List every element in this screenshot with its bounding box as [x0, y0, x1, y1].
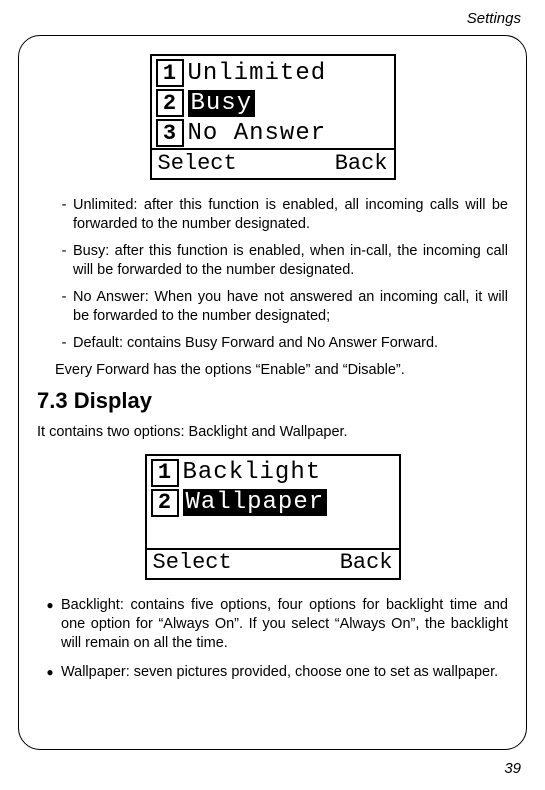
item-text: Backlight: contains five options, four o… [61, 596, 508, 653]
list-item: ● Backlight: contains five options, four… [39, 596, 508, 653]
dash-icon: - [55, 288, 73, 325]
list-item: 1 Backlight [149, 458, 397, 488]
list-item-selected: 2 Wallpaper [149, 488, 397, 518]
forward-descriptions: - Unlimited: after this function is enab… [55, 196, 508, 353]
phone-screen-display: 1 Backlight 2 Wallpaper Select Back [145, 454, 401, 580]
phone-screen-forward: 1 Unlimited 2 Busy 3 No Answer Select Ba… [150, 54, 396, 180]
item-text: No Answer: When you have not answered an… [73, 288, 508, 325]
display-option-list: 1 Backlight 2 Wallpaper [147, 456, 399, 548]
item-text: Unlimited: after this function is enable… [73, 196, 508, 233]
softkey-right: Back [340, 550, 393, 575]
item-number-icon: 1 [156, 59, 184, 87]
list-item: - Default: contains Busy Forward and No … [55, 334, 508, 353]
section-title: Display [74, 388, 152, 413]
item-number-icon: 2 [151, 489, 179, 517]
page-number: 39 [18, 760, 521, 777]
list-item-selected: 2 Busy [154, 88, 392, 118]
list-item: - Unlimited: after this function is enab… [55, 196, 508, 233]
list-item: 3 No Answer [154, 118, 392, 148]
softkey-right: Back [335, 151, 388, 176]
dash-icon: - [55, 242, 73, 279]
dash-icon: - [55, 196, 73, 233]
bullet-icon: ● [39, 663, 61, 682]
list-item: 1 Unlimited [154, 58, 392, 88]
section-heading: 7.3 Display [37, 388, 508, 414]
running-head: Settings [18, 10, 521, 27]
item-number-icon: 1 [151, 459, 179, 487]
forward-option-list: 1 Unlimited 2 Busy 3 No Answer [152, 56, 394, 148]
item-label: Backlight [179, 459, 397, 486]
section-intro: It contains two options: Backlight and W… [37, 424, 508, 440]
item-label: No Answer [184, 120, 392, 147]
item-label: Busy [184, 90, 392, 117]
every-forward-note: Every Forward has the options “Enable” a… [55, 362, 508, 378]
item-label: Wallpaper [179, 489, 397, 516]
dash-icon: - [55, 334, 73, 353]
item-text: Wallpaper: seven pictures provided, choo… [61, 663, 508, 682]
list-item-blank [149, 518, 397, 548]
section-number: 7.3 [37, 388, 68, 413]
content-frame: 1 Unlimited 2 Busy 3 No Answer Select Ba… [18, 35, 527, 750]
softkey-bar: Select Back [147, 548, 399, 578]
list-item: - No Answer: When you have not answered … [55, 288, 508, 325]
softkey-bar: Select Back [152, 148, 394, 178]
softkey-left: Select [153, 550, 232, 575]
page: Settings 1 Unlimited 2 Busy 3 No Answer … [0, 0, 545, 790]
item-text: Default: contains Busy Forward and No An… [73, 334, 508, 353]
item-text: Busy: after this function is enabled, wh… [73, 242, 508, 279]
bullet-icon: ● [39, 596, 61, 653]
list-item: ● Wallpaper: seven pictures provided, ch… [39, 663, 508, 682]
list-item: - Busy: after this function is enabled, … [55, 242, 508, 279]
item-number-icon: 3 [156, 119, 184, 147]
item-number-icon: 2 [156, 89, 184, 117]
display-descriptions: ● Backlight: contains five options, four… [39, 596, 508, 683]
item-label: Unlimited [184, 60, 392, 87]
softkey-left: Select [158, 151, 237, 176]
